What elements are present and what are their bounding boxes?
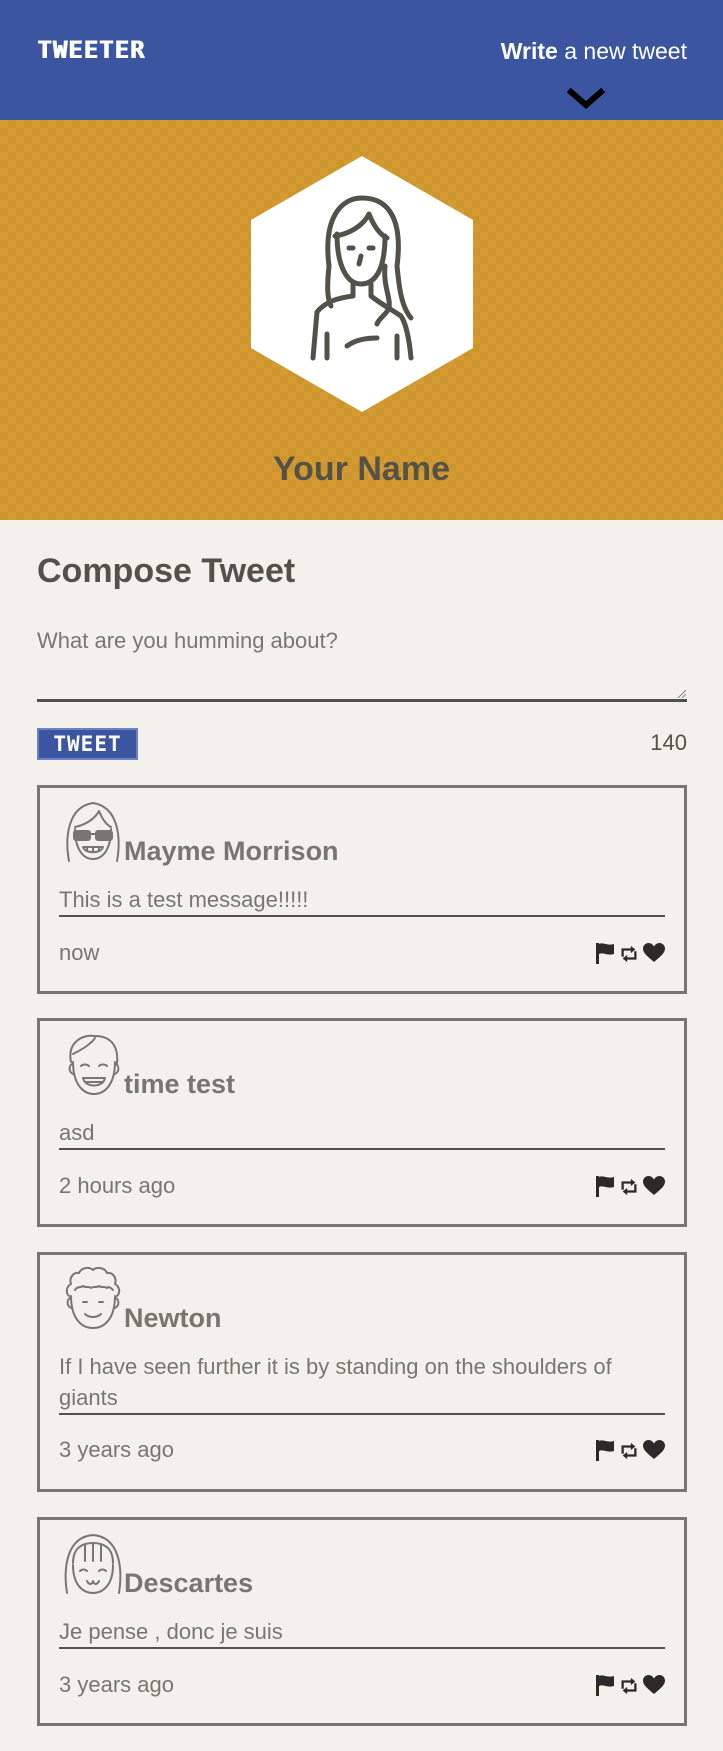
tweet-author: time test bbox=[124, 1069, 236, 1099]
flag-icon[interactable] bbox=[595, 1175, 615, 1197]
flag-icon[interactable] bbox=[595, 942, 615, 964]
compose-toggle-strong: Write bbox=[500, 38, 558, 64]
tweet-card: Descartes Je pense , donc je suis 3 year… bbox=[37, 1517, 687, 1726]
bob-hair-avatar-icon bbox=[64, 1534, 122, 1594]
tweet-actions bbox=[595, 1175, 665, 1199]
tweet-time: 3 years ago bbox=[59, 1672, 174, 1697]
tweet-submit-button[interactable]: TWEET bbox=[37, 728, 138, 760]
heart-icon[interactable] bbox=[643, 943, 665, 963]
girl-avatar-icon bbox=[251, 156, 473, 412]
tweet-time: now bbox=[59, 940, 100, 965]
curly-hair-avatar-icon bbox=[65, 1266, 121, 1329]
tweet-card: Mayme Morrison This is a test message!!!… bbox=[37, 785, 687, 994]
tweet-author: Mayme Morrison bbox=[124, 836, 339, 866]
tweet-actions bbox=[595, 1674, 665, 1698]
tweet-content: This is a test message!!!!! bbox=[59, 884, 665, 917]
resize-grip-icon[interactable] bbox=[676, 688, 686, 698]
profile-header: Your Name bbox=[0, 120, 723, 520]
sunglasses-avatar-icon bbox=[66, 802, 120, 862]
retweet-icon[interactable] bbox=[619, 1441, 639, 1461]
tweet-actions bbox=[595, 942, 665, 966]
tweet-content: If I have seen further it is by standing… bbox=[59, 1351, 665, 1415]
heart-icon[interactable] bbox=[643, 1440, 665, 1460]
smiling-man-avatar-icon bbox=[68, 1034, 120, 1095]
tweet-author: Descartes bbox=[124, 1568, 254, 1598]
compose-toggle-rest: a new tweet bbox=[557, 38, 687, 64]
retweet-icon[interactable] bbox=[619, 1177, 639, 1197]
tweet-content: asd bbox=[59, 1117, 665, 1150]
flag-icon[interactable] bbox=[595, 1674, 615, 1696]
chevron-down-icon[interactable] bbox=[566, 84, 606, 112]
tweet-card: time test asd 2 hours ago bbox=[37, 1018, 687, 1227]
char-counter: 140 bbox=[650, 730, 687, 755]
tweet-time: 3 years ago bbox=[59, 1437, 174, 1462]
compose-title: Compose Tweet bbox=[37, 552, 296, 590]
retweet-icon[interactable] bbox=[619, 944, 639, 964]
logo[interactable]: TWEETER bbox=[37, 36, 145, 64]
tweet-card: Newton If I have seen further it is by s… bbox=[37, 1252, 687, 1492]
tweet-time: 2 hours ago bbox=[59, 1173, 176, 1198]
flag-icon[interactable] bbox=[595, 1439, 615, 1461]
compose-toggle-button[interactable]: Write a new tweet bbox=[501, 38, 687, 65]
top-nav: TWEETER Write a new tweet bbox=[0, 0, 723, 120]
retweet-icon[interactable] bbox=[619, 1676, 639, 1696]
tweet-text-input[interactable] bbox=[37, 620, 687, 702]
tweet-actions bbox=[595, 1439, 665, 1463]
tweet-author: Newton bbox=[124, 1303, 222, 1333]
tweet-content: Je pense , donc je suis bbox=[59, 1616, 665, 1649]
user-name: Your Name bbox=[273, 450, 450, 488]
heart-icon[interactable] bbox=[643, 1176, 665, 1196]
heart-icon[interactable] bbox=[643, 1675, 665, 1695]
